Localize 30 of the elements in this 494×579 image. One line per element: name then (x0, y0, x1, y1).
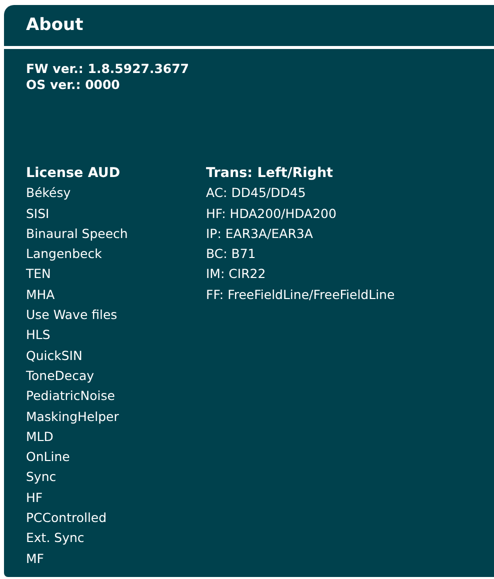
transducer-item: BC: B71 (206, 245, 257, 264)
license-item: Use Wave files (26, 306, 118, 324)
transducer-item: HF: HDA200/HDA200 (206, 204, 338, 223)
license-item: MaskingHelper (26, 408, 120, 426)
version-text: FW ver.: 1.8.5927.3677 (26, 61, 190, 77)
transducer-item: IM: CIR22 (206, 265, 267, 284)
license-item: Ext. Sync (26, 529, 86, 548)
transducer-item: FF: FreeFieldLine/FreeFieldLine (206, 286, 395, 304)
license-item: Békésy (26, 184, 72, 202)
license-item: MLD (26, 428, 54, 446)
column-heading: Trans: Left/Right (206, 164, 334, 183)
license-item: Binaural Speech (26, 224, 129, 243)
license-item: PCControlled (26, 509, 108, 528)
panel-title: About (26, 14, 84, 37)
license-item: Sync (26, 468, 58, 486)
license-item: QuickSIN (26, 346, 84, 365)
license-item: HF (26, 488, 44, 507)
license-item: HLS (26, 326, 52, 344)
column-heading: License AUD (26, 164, 122, 183)
transducer-item: IP: EAR3A/EAR3A (206, 224, 314, 243)
license-item: PediatricNoise (26, 387, 116, 406)
license-item: MF (26, 550, 45, 568)
license-item: Langenbeck (26, 245, 103, 264)
license-item: SISI (26, 204, 50, 223)
transducer-item: AC: DD45/DD45 (206, 184, 307, 202)
license-item: TEN (26, 265, 52, 284)
license-item: ToneDecay (26, 366, 96, 385)
license-item: OnLine (26, 448, 71, 466)
license-item: MHA (26, 286, 56, 304)
version-text: OS ver.: 0000 (26, 77, 121, 93)
